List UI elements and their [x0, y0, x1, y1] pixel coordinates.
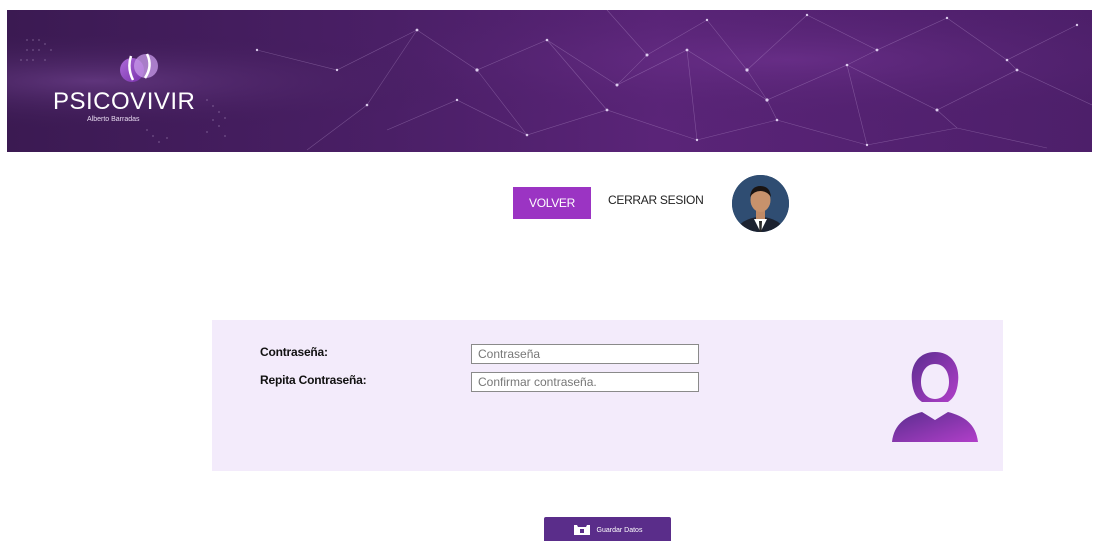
password-input[interactable]: [471, 344, 699, 364]
password-label: Contraseña:: [260, 345, 328, 359]
confirm-password-label: Repita Contraseña:: [260, 373, 367, 387]
user-avatar[interactable]: [732, 175, 789, 232]
password-form-panel: Contraseña: Repita Contraseña:: [212, 320, 1003, 471]
save-icon: [573, 525, 590, 535]
logout-link[interactable]: CERRAR SESION: [608, 193, 704, 207]
brand-name: PSICOVIVIR: [53, 88, 196, 115]
back-button[interactable]: VOLVER: [513, 187, 591, 219]
confirm-password-input[interactable]: [471, 372, 699, 392]
user-silhouette-icon: [892, 352, 978, 442]
page: PSICOVIVIR Alberto Barradas VOLVER CERRA…: [0, 0, 1104, 541]
brand-subtitle: Alberto Barradas: [87, 116, 140, 123]
profile-photo-icon: [732, 175, 789, 232]
save-button-label: Guardar Datos: [596, 526, 643, 534]
header-banner: PSICOVIVIR Alberto Barradas: [7, 10, 1092, 152]
brand-logo[interactable]: PSICOVIVIR Alberto Barradas: [53, 44, 223, 144]
logo-mark-icon: [120, 53, 158, 82]
save-button[interactable]: Guardar Datos: [544, 517, 671, 541]
